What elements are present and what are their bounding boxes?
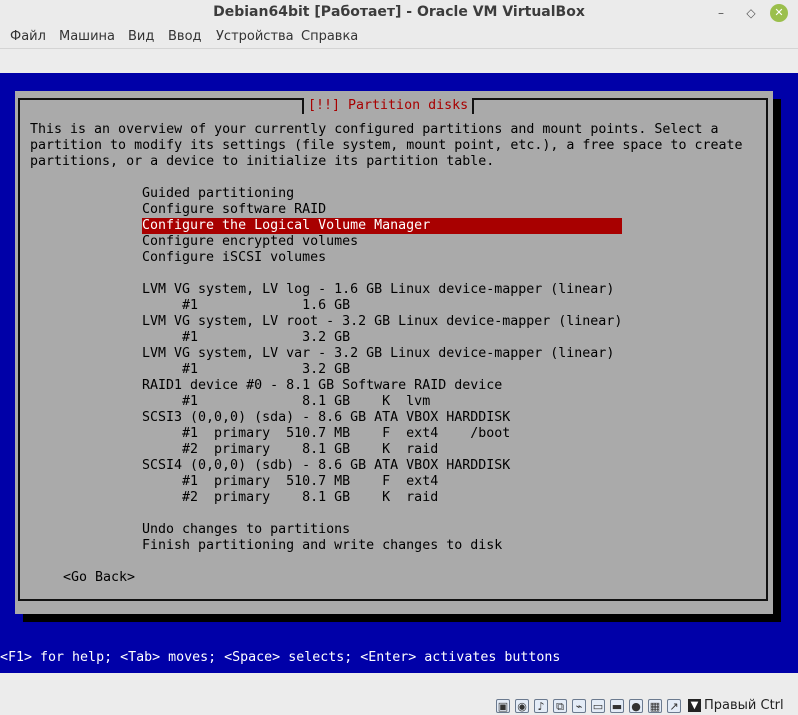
host-key-arrow-icon: ▼ xyxy=(688,699,701,712)
display-icon[interactable]: ▬ xyxy=(610,699,624,713)
maximize-icon[interactable]: ◇ xyxy=(742,4,760,22)
partition-row[interactable]: #1 primary 510.7 MB F ext4 xyxy=(142,474,438,490)
video-capture-icon[interactable]: ● xyxy=(629,699,643,713)
optical-drive-icon[interactable]: ◉ xyxy=(515,699,529,713)
partition-dialog: [!!] Partition disks This is an overview… xyxy=(15,91,773,614)
menu-machine[interactable]: Машина xyxy=(59,29,115,44)
menu-bar: Файл Машина Вид Ввод Устройства Справка xyxy=(0,26,798,49)
menu-help[interactable]: Справка xyxy=(301,29,358,44)
menu-item-undo-changes[interactable]: Undo changes to partitions xyxy=(142,522,350,538)
menu-input[interactable]: Ввод xyxy=(168,29,202,44)
menu-item-lvm-selected[interactable]: Configure the Logical Volume Manager xyxy=(142,218,622,234)
mouse-integration-icon[interactable]: ↗ xyxy=(667,699,681,713)
partition-row[interactable]: #1 1.6 GB xyxy=(142,298,350,314)
partition-row[interactable]: #1 3.2 GB xyxy=(142,330,350,346)
intro-text: This is an overview of your currently co… xyxy=(30,122,719,137)
host-key-label[interactable]: Правый Ctrl xyxy=(704,698,784,713)
menu-item-iscsi-volumes[interactable]: Configure iSCSI volumes xyxy=(142,250,326,266)
audio-icon[interactable]: ♪ xyxy=(534,699,548,713)
cpu-icon[interactable]: ▦ xyxy=(648,699,662,713)
vm-screen[interactable]: [!!] Partition disks This is an overview… xyxy=(0,73,798,673)
menu-devices[interactable]: Устройства xyxy=(216,29,294,44)
device-sdb[interactable]: SCSI4 (0,0,0) (sdb) - 8.6 GB ATA VBOX HA… xyxy=(142,458,510,474)
partition-row[interactable]: #2 primary 8.1 GB K raid xyxy=(142,442,438,458)
menu-item-software-raid[interactable]: Configure software RAID xyxy=(142,202,326,218)
device-raid1[interactable]: RAID1 device #0 - 8.1 GB Software RAID d… xyxy=(142,378,502,394)
window-title: Debian64bit [Работает] - Oracle VM Virtu… xyxy=(213,4,585,20)
usb-icon[interactable]: ⌁ xyxy=(572,699,586,713)
partition-row[interactable]: #1 3.2 GB xyxy=(142,362,350,378)
partition-row[interactable]: #1 primary 510.7 MB F ext4 /boot xyxy=(142,426,510,442)
intro-text: partition to modify its settings (file s… xyxy=(30,138,743,153)
close-icon[interactable]: ✕ xyxy=(770,4,788,22)
network-icon[interactable]: ⧉ xyxy=(553,699,567,713)
partition-row[interactable]: #1 8.1 GB K lvm xyxy=(142,394,430,410)
go-back-button[interactable]: <Go Back> xyxy=(63,570,135,586)
device-sda[interactable]: SCSI3 (0,0,0) (sda) - 8.6 GB ATA VBOX HA… xyxy=(142,410,510,426)
dialog-title: [!!] Partition disks xyxy=(302,98,475,114)
menu-item-finish-partitioning[interactable]: Finish partitioning and write changes to… xyxy=(142,538,502,554)
device-lvm-var[interactable]: LVM VG system, LV var - 3.2 GB Linux dev… xyxy=(142,346,614,362)
minimize-icon[interactable]: – xyxy=(712,4,730,22)
shared-folders-icon[interactable]: ▭ xyxy=(591,699,605,713)
title-bar[interactable]: Debian64bit [Работает] - Oracle VM Virtu… xyxy=(0,0,798,26)
help-line: <F1> for help; <Tab> moves; <Space> sele… xyxy=(0,650,561,665)
dialog-shadow xyxy=(23,614,781,622)
menu-view[interactable]: Вид xyxy=(128,29,154,44)
hard-disk-icon[interactable]: ▣ xyxy=(496,699,510,713)
partition-row[interactable]: #2 primary 8.1 GB K raid xyxy=(142,490,438,506)
intro-text: partitions, or a device to initialize it… xyxy=(30,154,495,169)
device-lvm-root[interactable]: LVM VG system, LV root - 3.2 GB Linux de… xyxy=(142,314,622,330)
dialog-shadow xyxy=(773,99,781,622)
menu-item-encrypted-volumes[interactable]: Configure encrypted volumes xyxy=(142,234,358,250)
device-lvm-log[interactable]: LVM VG system, LV log - 1.6 GB Linux dev… xyxy=(142,282,614,298)
menu-item-guided-partitioning[interactable]: Guided partitioning xyxy=(142,186,294,202)
menu-file[interactable]: Файл xyxy=(10,29,46,44)
status-bar: ▣ ◉ ♪ ⧉ ⌁ ▭ ▬ ● ▦ ↗ ▼ Правый Ctrl xyxy=(0,697,798,715)
